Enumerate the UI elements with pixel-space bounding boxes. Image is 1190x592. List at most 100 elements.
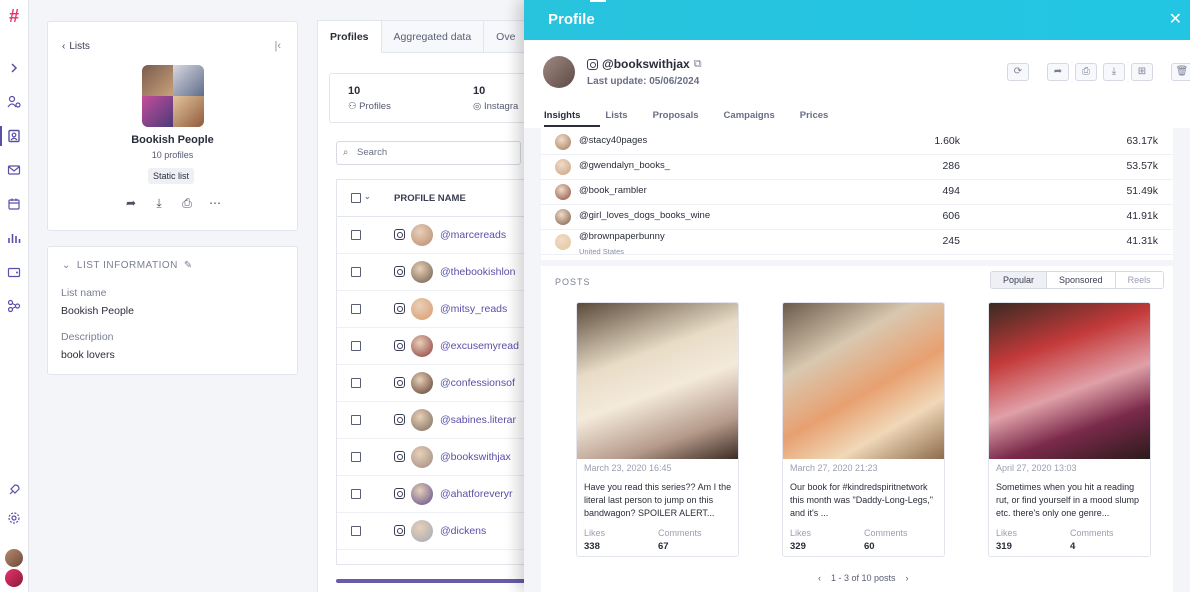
network-icon[interactable] [4,296,24,316]
filter-popular[interactable]: Popular [991,272,1048,288]
avatar [5,549,23,567]
chevron-left-icon[interactable]: ‹ [818,573,821,583]
row-checkbox[interactable] [351,489,361,499]
table-row[interactable]: @sabines.literar [337,402,535,439]
tab-aggregated-data[interactable]: Aggregated data [381,21,485,53]
profile-handle[interactable]: @book_rambler [579,185,647,196]
post-card[interactable]: April 27, 2020 13:03 Sometimes when you … [988,302,1151,557]
print-icon[interactable]: ⎙ [180,196,194,211]
row-checkbox[interactable] [351,415,361,425]
list-item[interactable]: @brownpaperbunny United States 245 41.31k [541,230,1173,256]
post-card[interactable]: March 23, 2020 16:45 Have you read this … [576,302,739,557]
profile-count: 10 profiles [151,150,194,160]
add-to-list-icon[interactable]: ⊞ [1131,63,1153,81]
profile-handle[interactable]: @confessionsof [440,377,515,389]
expand-icon[interactable] [4,58,24,78]
table-row[interactable]: @ahatforeveryr [337,476,535,513]
close-icon[interactable]: ✕ [1169,9,1182,29]
profile-handle[interactable]: @sabines.literar [440,414,516,426]
row-checkbox[interactable] [351,267,361,277]
profile-handle[interactable]: @mitsy_reads [440,303,507,315]
profile-avatar [555,234,571,250]
table-row[interactable]: @bookswithjax [337,439,535,476]
table-row[interactable]: @thebookishlon [337,254,535,291]
profile-handle[interactable]: @marcereads [440,229,506,241]
table-row[interactable]: @mitsy_reads [337,291,535,328]
filter-sponsored[interactable]: Sponsored [1047,272,1116,288]
profile-tabs: Insights Lists Proposals Campaigns Price… [544,110,853,121]
profile-handle[interactable]: @bookswithjax [440,451,511,463]
share-icon[interactable]: ➦ [124,196,138,211]
chevron-right-icon[interactable]: › [906,573,909,583]
profile-handle[interactable]: @brownpaperbunny [579,231,665,242]
tab-prices[interactable]: Prices [800,110,829,121]
row-checkbox[interactable] [351,452,361,462]
refresh-icon[interactable]: ⟳ [1007,63,1029,81]
comments-label: Comments [1070,528,1114,538]
user-avatar-secondary[interactable] [4,568,24,588]
posts-title: POSTS [555,277,591,287]
row-checkbox[interactable] [351,526,361,536]
tab-lists[interactable]: Lists [605,110,627,121]
trash-icon[interactable]: 🗑 [1171,63,1190,81]
contacts-icon[interactable] [4,126,24,146]
search-input[interactable]: ⌕ Search [336,141,521,165]
table-body: @marcereads @thebookishlon @mitsy_reads @ex… [337,217,535,550]
share-icon[interactable]: ➦ [1047,63,1069,81]
tab-campaigns[interactable]: Campaigns [724,110,775,121]
more-icon[interactable]: ⋯ [208,196,222,211]
profile-handle[interactable]: @dickens [440,525,486,537]
download-icon[interactable]: ⤓ [1103,63,1125,81]
logo-glyph: # [8,5,19,26]
horizontal-scrollbar[interactable] [336,579,536,583]
profile-handle[interactable]: @thebookishlon [440,266,515,278]
tab-proposals[interactable]: Proposals [653,110,699,121]
mail-icon[interactable] [4,160,24,180]
list-item[interactable]: @gwendalyn_books_ 286 53.57k [541,155,1173,180]
tab-overview[interactable]: Ove [484,21,529,53]
chart-icon[interactable] [4,228,24,248]
chevron-down-icon[interactable]: ⌄ [364,192,371,201]
external-link-icon[interactable]: ⧉ [694,58,702,71]
profile-handle[interactable]: @stacy40pages [579,135,647,146]
print-icon[interactable]: ⎙ [1075,63,1097,81]
list-item[interactable]: @book_rambler 494 51.49k [541,180,1173,205]
collapse-panel-icon[interactable]: |‹ [274,40,281,52]
tab-insights[interactable]: Insights [544,110,580,121]
filter-reels[interactable]: Reels [1115,272,1163,288]
calendar-icon[interactable] [4,194,24,214]
table-row[interactable]: @dickens [337,513,535,550]
table-row[interactable]: @confessionsof [337,365,535,402]
profile-handle[interactable]: @ahatforeveryr [440,488,513,500]
table-row[interactable]: @excusemyread [337,328,535,365]
profile-handle[interactable]: @girl_loves_dogs_books_wine [579,210,710,221]
column-header-profile-name[interactable]: PROFILE NAME [394,193,466,204]
download-icon[interactable]: ⤓ [152,196,166,211]
list-item[interactable]: @stacy40pages 1.60k 63.17k [541,130,1173,155]
list-title: Bookish People [131,134,214,146]
app-logo[interactable]: # [4,6,24,26]
profile-handle[interactable]: @gwendalyn_books_ [579,160,670,171]
tab-profiles[interactable]: Profiles [318,21,382,53]
select-all-checkbox[interactable] [351,193,361,203]
row-checkbox[interactable] [351,341,361,351]
description-value: book lovers [61,349,115,361]
row-checkbox[interactable] [351,230,361,240]
profile-handle[interactable]: @excusemyread [440,340,519,352]
row-checkbox[interactable] [351,304,361,314]
rocket-icon[interactable] [4,480,24,500]
list-item[interactable]: @girl_loves_dogs_books_wine 606 41.91k [541,205,1173,230]
list-information-header[interactable]: ⌄ LIST INFORMATION ✎ [62,260,193,271]
users-icon[interactable] [4,92,24,112]
post-card[interactable]: March 27, 2020 21:23 Our book for #kindr… [782,302,945,557]
back-to-lists-link[interactable]: ‹ Lists [62,41,90,52]
profile-avatar [411,409,433,431]
gear-icon[interactable] [4,508,24,528]
wallet-icon[interactable] [4,262,24,282]
likes-value: 319 [996,541,1012,552]
table-row[interactable]: @marcereads [337,217,535,254]
row-checkbox[interactable] [351,378,361,388]
edit-icon[interactable]: ✎ [184,260,193,271]
profile-avatar [411,520,433,542]
user-avatar[interactable] [4,548,24,568]
